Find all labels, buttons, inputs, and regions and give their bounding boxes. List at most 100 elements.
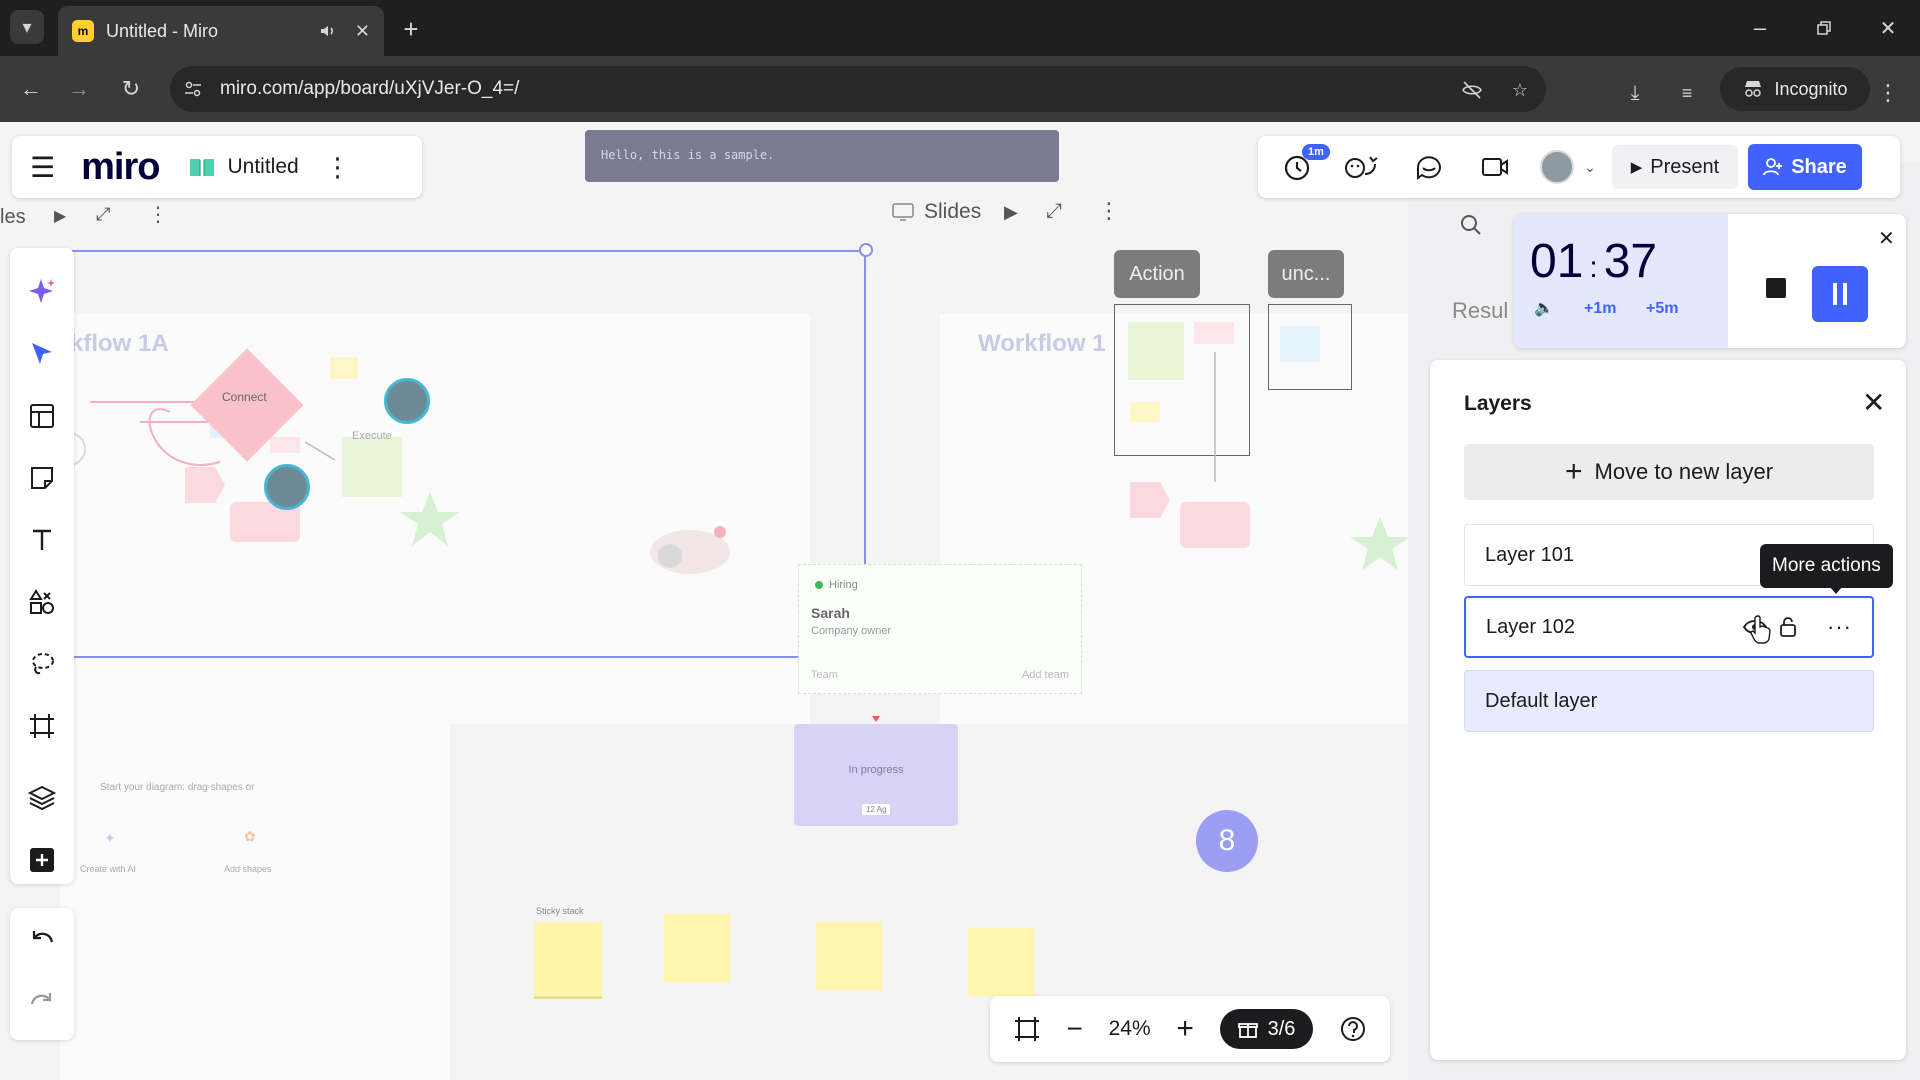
action-frame-label[interactable]: Action <box>1114 250 1200 298</box>
undo-icon[interactable] <box>22 920 62 960</box>
address-bar[interactable]: miro.com/app/board/uXjVJer-O_4=/ ☆ <box>170 66 1546 112</box>
more-actions-icon[interactable]: ··· <box>1827 614 1852 640</box>
expand-icon[interactable]: ⤢ <box>96 204 110 225</box>
layer-name: Default layer <box>1485 689 1598 712</box>
present-button[interactable]: ▶ Present <box>1612 145 1738 189</box>
zoom-out-icon[interactable]: − <box>1067 1013 1083 1045</box>
more-icon[interactable]: ⋮ <box>148 202 168 227</box>
play-icon[interactable]: ▶ <box>54 206 66 226</box>
left-slides-label: les <box>0 206 26 228</box>
site-info-icon[interactable] <box>182 78 204 100</box>
stop-icon <box>1766 278 1786 298</box>
collaboration-bar: 1m ⌄ ▶ Present Share <box>1258 136 1900 198</box>
ai-sparkle-icon: ✦ <box>104 830 116 846</box>
sticky-note[interactable] <box>816 922 882 990</box>
lock-icon[interactable] <box>1779 616 1797 638</box>
timer-button[interactable]: 1m <box>1264 136 1330 198</box>
more-tools-icon[interactable] <box>22 840 62 880</box>
add-shapes-label[interactable]: Add shapes <box>224 864 272 874</box>
share-button[interactable]: Share <box>1748 144 1862 190</box>
media-control-icon[interactable]: ≡ <box>1672 78 1702 108</box>
left-toolbar <box>10 248 74 1048</box>
zoom-bar: − 24% + 3/6 <box>990 996 1390 1062</box>
tracking-blocked-icon[interactable] <box>1460 78 1484 102</box>
layer-item-active[interactable]: Layer 102 ··· <box>1464 596 1874 658</box>
action-label: Action <box>1129 262 1185 285</box>
bookmark-star-icon[interactable]: ☆ <box>1508 78 1532 102</box>
plus-icon: + <box>1564 455 1583 488</box>
close-timer-icon[interactable]: ✕ <box>1878 226 1895 251</box>
workflow-diagram <box>90 357 460 546</box>
url-text: miro.com/app/board/uXjVJer-O_4=/ <box>220 78 520 99</box>
sticky-note[interactable] <box>968 928 1034 996</box>
comments-button[interactable] <box>1396 136 1462 198</box>
templates-tool-icon[interactable] <box>22 396 62 436</box>
redo-icon[interactable] <box>22 982 62 1022</box>
resize-handle[interactable] <box>859 243 873 257</box>
miro-logo[interactable]: miro <box>81 146 160 189</box>
move-to-new-layer-button[interactable]: + Move to new layer <box>1464 444 1874 500</box>
close-window-icon[interactable]: ✕ <box>1870 12 1906 44</box>
back-icon[interactable]: ← <box>14 72 48 106</box>
select-tool-icon[interactable] <box>22 334 62 374</box>
main-menu-icon[interactable]: ☰ <box>30 151 55 184</box>
sticky-note[interactable] <box>664 914 730 982</box>
pages-button[interactable]: 3/6 <box>1219 1009 1314 1049</box>
collaborator-avatar[interactable] <box>264 464 310 510</box>
play-slides-icon[interactable]: ▶ <box>1004 202 1018 223</box>
slides-more-icon[interactable]: ⋮ <box>1098 198 1120 224</box>
frame-tool-icon[interactable] <box>22 706 62 746</box>
tab-search-icon[interactable]: ▾ <box>10 10 44 44</box>
person-card[interactable]: Hiring Sarah Company owner Team Add team <box>798 564 1082 694</box>
layer-item[interactable]: Default layer <box>1464 670 1874 732</box>
fit-to-screen-icon[interactable] <box>1013 1015 1041 1043</box>
ai-sparkle-tool-icon[interactable] <box>22 272 62 312</box>
forward-icon[interactable]: → <box>62 72 96 106</box>
add-one-minute-button[interactable]: +1m <box>1584 300 1616 318</box>
help-icon[interactable] <box>1339 1015 1367 1043</box>
hand-cursor-icon <box>1750 615 1771 644</box>
pause-timer-button[interactable] <box>1812 266 1868 322</box>
counter-badge[interactable]: 8 <box>1196 810 1258 872</box>
close-tab-icon[interactable]: ✕ <box>355 21 370 42</box>
create-ai-label[interactable]: Create with AI <box>80 864 136 874</box>
user-menu[interactable]: ⌄ <box>1528 136 1608 198</box>
zoom-in-icon[interactable]: + <box>1176 1012 1194 1046</box>
fullscreen-icon[interactable]: ⤢ <box>1046 200 1062 223</box>
progress-card[interactable]: In progress 12 Ag <box>794 724 958 826</box>
unc-frame-label[interactable]: unc... <box>1268 250 1344 298</box>
layer-name: Layer 101 <box>1485 543 1574 566</box>
close-layers-icon[interactable]: ✕ <box>1862 386 1885 419</box>
zoom-level[interactable]: 24% <box>1109 1017 1151 1041</box>
restore-icon[interactable] <box>1806 12 1842 44</box>
minimize-icon[interactable]: – <box>1742 12 1778 44</box>
text-tool-icon[interactable] <box>22 520 62 560</box>
sound-icon[interactable]: 🔈 <box>1534 298 1554 318</box>
add-five-minutes-button[interactable]: +5m <box>1646 300 1678 318</box>
sticky-note[interactable] <box>534 922 602 996</box>
search-icon[interactable] <box>1460 214 1482 236</box>
lasso-tool-icon[interactable] <box>22 644 62 684</box>
reactions-button[interactable] <box>1330 136 1396 198</box>
new-tab-icon[interactable]: + <box>396 14 426 44</box>
layers-tool-icon[interactable] <box>22 778 62 818</box>
video-call-button[interactable] <box>1462 136 1528 198</box>
browser-menu-icon[interactable]: ⋮ <box>1876 78 1900 108</box>
user-add-icon <box>1763 158 1783 176</box>
pause-icon <box>1833 283 1837 305</box>
reload-icon[interactable]: ↻ <box>114 72 148 106</box>
download-icon[interactable]: ⤓ <box>1620 78 1650 108</box>
collaborator-avatar[interactable] <box>384 378 430 424</box>
board-title[interactable]: Untitled <box>227 155 298 179</box>
sticky-note-tool-icon[interactable] <box>22 458 62 498</box>
shapes-tool-icon[interactable] <box>22 582 62 622</box>
layers-panel: Layers ✕ + Move to new layer Layer 101 L… <box>1430 360 1906 1060</box>
incognito-indicator[interactable]: Incognito <box>1720 67 1870 111</box>
board-options-icon[interactable]: ⋮ <box>325 152 351 183</box>
card-add-team[interactable]: Add team <box>1022 669 1069 681</box>
audio-icon[interactable] <box>319 22 337 40</box>
board-icon <box>190 159 215 176</box>
browser-tab[interactable]: m Untitled - Miro ✕ <box>58 6 384 56</box>
code-block[interactable]: Hello, this is a sample. <box>585 130 1059 182</box>
stop-timer-button[interactable] <box>1754 266 1798 310</box>
